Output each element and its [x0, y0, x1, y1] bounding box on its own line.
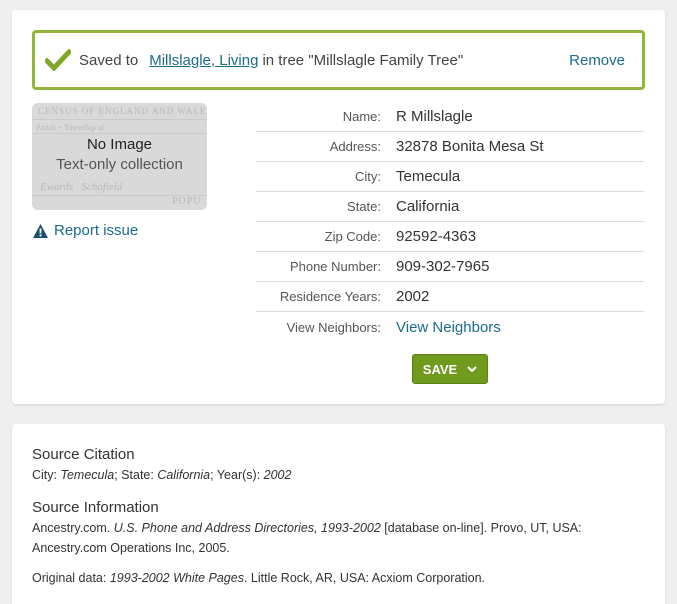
tree-text: in tree "Millslagle Family Tree" [262, 51, 464, 69]
field-label: State: [347, 199, 381, 214]
record-card: Saved to Millslagle, Living in tree "Mil… [12, 10, 665, 404]
field-row-state: State: California [256, 192, 644, 222]
remove-link[interactable]: Remove [569, 52, 625, 69]
report-issue-label: Report issue [54, 222, 139, 239]
no-image-placeholder: CENSUS OF ENGLAND AND WALES Parish ~ Tow… [32, 103, 207, 210]
source-information-heading: Source Information [32, 499, 159, 516]
field-label: Phone Number: [289, 259, 381, 274]
save-button[interactable]: SAVE [412, 354, 488, 384]
save-button-label: SAVE [422, 361, 458, 377]
field-row-zip: Zip Code: 92592-4363 [256, 222, 644, 252]
field-label: Residence Years: [279, 289, 381, 304]
saved-prefix: Saved to [79, 51, 139, 69]
source-information-text: Ancestry.com. U.S. Phone and Address Dir… [32, 521, 582, 555]
field-label: Zip Code: [324, 229, 381, 244]
field-label: Name: [342, 109, 381, 124]
record-fields: Name: R Millslagle Address: 32878 Bonita… [256, 102, 644, 342]
no-image-subtitle: Text-only collection [56, 156, 183, 173]
source-card: Source Citation City: Temecula; State: C… [12, 424, 665, 604]
field-row-name: Name: R Millslagle [256, 102, 644, 132]
source-citation-text: City: Temecula; State: California; Year(… [32, 468, 292, 482]
field-value: R Millslagle [396, 108, 473, 125]
field-row-residence-years: Residence Years: 2002 [256, 282, 644, 312]
view-neighbors-link[interactable]: View Neighbors [396, 319, 501, 336]
field-value: Temecula [396, 168, 461, 185]
person-link[interactable]: Millslagle, Living [149, 52, 258, 69]
field-value: 32878 Bonita Mesa St [396, 138, 544, 155]
field-row-view-neighbors: View Neighbors: View Neighbors [256, 312, 644, 342]
field-value: 909-302-7965 [396, 258, 490, 275]
field-row-address: Address: 32878 Bonita Mesa St [256, 132, 644, 162]
field-label: Address: [329, 139, 381, 154]
field-value: 2002 [396, 288, 430, 305]
saved-banner: Saved to Millslagle, Living in tree "Mil… [32, 30, 645, 90]
field-label: City: [355, 169, 381, 184]
chevron-down-icon [467, 365, 477, 372]
source-citation-heading: Source Citation [32, 446, 135, 463]
original-data-text: Original data: 1993-2002 White Pages. Li… [32, 571, 486, 585]
field-row-phone: Phone Number: 909-302-7965 [256, 252, 644, 282]
field-value: California [396, 198, 460, 215]
report-issue-link[interactable]: Report issue [32, 222, 138, 239]
check-icon [45, 49, 71, 71]
field-row-city: City: Temecula [256, 162, 644, 192]
no-image-title: No Image [86, 136, 153, 153]
field-value: 92592-4363 [396, 228, 477, 245]
warning-icon [33, 223, 48, 238]
field-label: View Neighbors: [286, 319, 381, 335]
